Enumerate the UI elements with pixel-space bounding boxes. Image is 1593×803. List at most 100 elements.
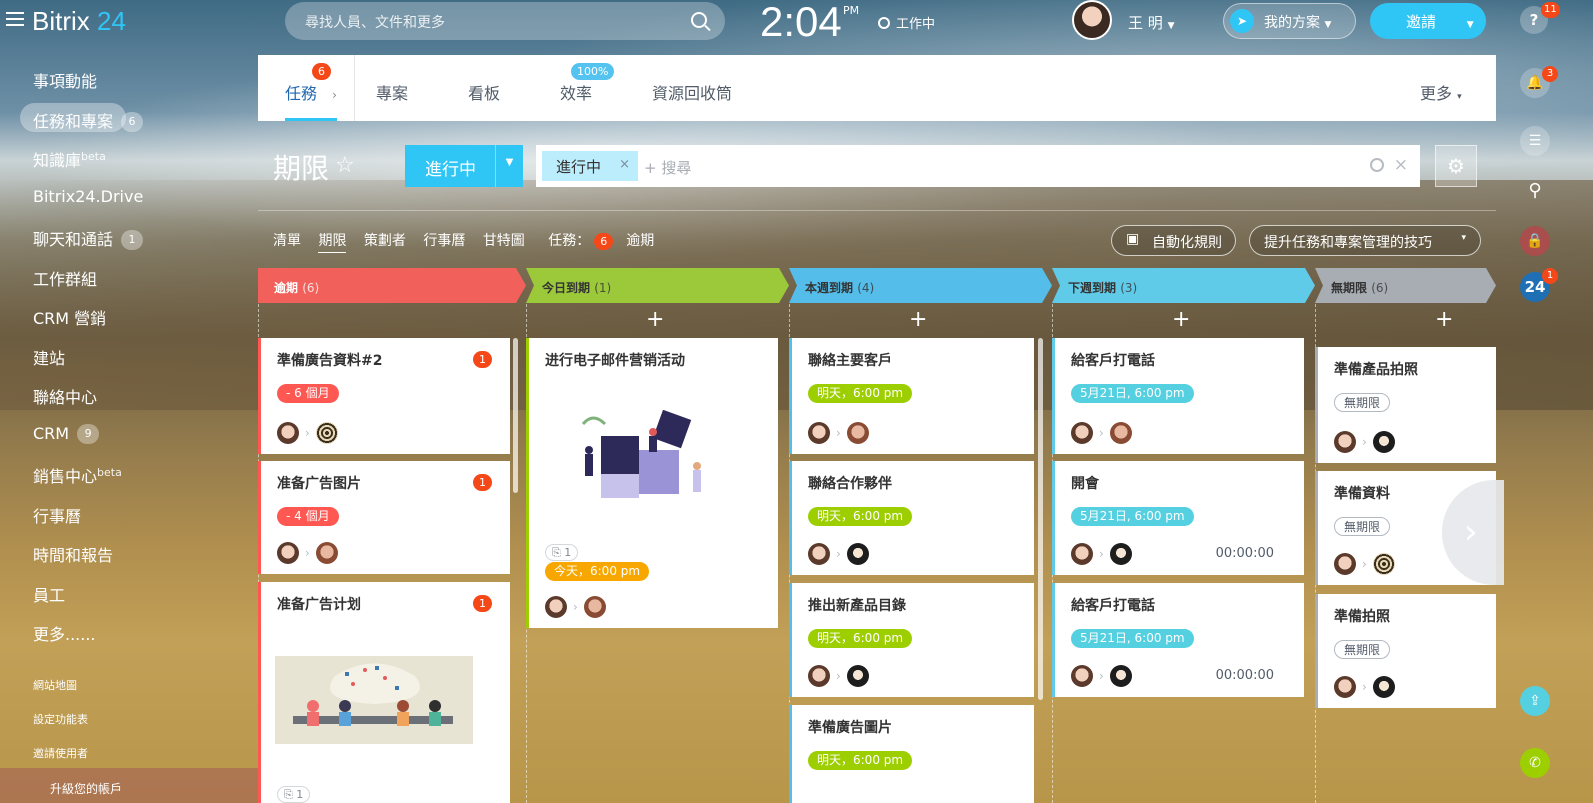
avatar[interactable] <box>315 542 338 564</box>
task-card[interactable]: 准备广告计划 1 ⎘ 1 <box>258 582 510 803</box>
settings-link[interactable]: 設定功能表 <box>33 711 88 727</box>
menu-item-crm[interactable]: CRM 9 <box>0 414 258 454</box>
view-list[interactable]: 清單 <box>273 233 301 249</box>
filter-search[interactable]: 進行中 × + 搜尋 × <box>536 145 1420 187</box>
phone-transfer-icon[interactable]: ⇪ <box>1520 686 1550 716</box>
tab-more[interactable]: 更多 ▾ <box>1420 55 1462 121</box>
task-card[interactable]: 聯絡合作夥伴 明天，6:00 pm › <box>789 461 1034 575</box>
menu-item-employees[interactable]: 員工 <box>0 572 258 612</box>
avatar[interactable] <box>808 543 830 565</box>
deadline-badge[interactable]: 無期限 <box>1334 393 1391 412</box>
upgrade-button[interactable]: 升級您的帳戶 <box>0 768 258 803</box>
add-task-next-week[interactable]: + <box>1172 307 1190 332</box>
task-card[interactable]: 聯絡主要客戶 明天，6:00 pm › <box>789 338 1034 454</box>
menu-item-sites[interactable]: 建站 <box>0 335 258 375</box>
avatar[interactable] <box>1071 543 1093 565</box>
menu-item-contact-center[interactable]: 聯絡中心 <box>0 374 258 414</box>
global-search-input[interactable]: 尋找人員、文件和更多 <box>285 2 725 40</box>
automation-rules-button[interactable]: ▣ 自動化規則 <box>1111 225 1236 256</box>
avatar[interactable] <box>846 422 869 444</box>
deadline-badge[interactable]: 5月21日, 6:00 pm <box>1071 629 1194 648</box>
avatar[interactable] <box>1071 665 1093 687</box>
deadline-badge[interactable]: 5月21日, 6:00 pm <box>1071 384 1194 403</box>
avatar[interactable] <box>1071 422 1093 444</box>
logo[interactable]: Bitrix 24 <box>32 6 126 37</box>
deadline-badge[interactable]: 今天，6:00 pm <box>545 562 650 581</box>
add-task-week[interactable]: + <box>909 307 927 332</box>
filter-chip[interactable]: 進行中 × <box>542 151 638 181</box>
avatar[interactable] <box>277 542 299 564</box>
task-card[interactable]: 准备广告图片 1 - 4 個月 › <box>258 461 510 574</box>
filter-clear-icon[interactable]: × <box>1394 155 1408 175</box>
sitemap-link[interactable]: 網站地圖 <box>33 677 77 693</box>
rail-search-icon[interactable]: ⚲ <box>1520 176 1550 206</box>
task-card[interactable]: 进行电子邮件营销活动 ⎘ 1 今天，6:00 pm › <box>526 338 778 628</box>
tab-tasks[interactable]: 任務 › <box>285 55 337 121</box>
status-filter-button[interactable]: 進行中 ▼ <box>405 145 523 187</box>
view-deadline[interactable]: 期限 <box>318 233 347 253</box>
column-no-deadline[interactable]: 無期限 (6) <box>1315 268 1496 303</box>
deadline-badge[interactable]: 明天，6:00 pm <box>808 629 913 648</box>
view-planner[interactable]: 策劃者 <box>364 233 406 249</box>
avatar[interactable] <box>1372 676 1395 698</box>
menu-item-workgroups[interactable]: 工作群組 <box>0 256 258 296</box>
menu-item-time-reports[interactable]: 時間和報告 <box>0 532 258 572</box>
task-card[interactable]: 準備拍照 無期限 › <box>1315 594 1496 708</box>
column-this-week[interactable]: 本週到期 (4) <box>789 268 1052 303</box>
menu-item-calendar[interactable]: 行事曆 <box>0 493 258 533</box>
avatar[interactable] <box>1334 553 1356 575</box>
menu-burger-icon[interactable] <box>6 12 24 26</box>
add-task-no-deadline[interactable]: + <box>1435 307 1453 332</box>
lock-icon[interactable]: 🔒 <box>1520 226 1550 256</box>
avatar[interactable] <box>846 543 869 565</box>
task-card[interactable]: 推出新產品目錄 明天，6:00 pm › <box>789 583 1034 697</box>
call-icon[interactable]: ✆ <box>1520 748 1550 778</box>
menu-item-more[interactable]: 更多...... <box>0 611 258 651</box>
overdue-filter[interactable]: 逾期 <box>626 233 654 249</box>
column-next-week[interactable]: 下週到期 (3) <box>1052 268 1315 303</box>
avatar[interactable] <box>808 665 830 687</box>
avatar[interactable] <box>1334 431 1356 453</box>
avatar[interactable] <box>545 596 567 618</box>
tab-projects[interactable]: 專案 <box>376 55 408 121</box>
deadline-badge[interactable]: 明天，6:00 pm <box>808 384 913 403</box>
menu-item-sales-center[interactable]: 銷售中心beta <box>0 453 258 493</box>
search-icon[interactable] <box>691 12 707 28</box>
work-status[interactable]: 工作中 <box>878 13 935 32</box>
tab-kanban[interactable]: 看板 <box>468 55 500 121</box>
avatar[interactable] <box>846 665 869 687</box>
avatar[interactable] <box>1109 543 1132 565</box>
attachment-count[interactable]: ⎘ 1 <box>277 786 311 803</box>
avatar[interactable] <box>1109 665 1132 687</box>
invite-button[interactable]: 邀請 ▼ <box>1370 3 1486 39</box>
gear-icon[interactable]: ⚙ <box>1435 145 1477 187</box>
user-avatar[interactable] <box>1072 0 1112 40</box>
avatar[interactable] <box>1334 676 1356 698</box>
task-card[interactable]: 準備產品拍照 無期限 › <box>1315 347 1496 463</box>
column-scrollbar[interactable] <box>513 338 518 493</box>
deadline-badge[interactable]: - 6 個月 <box>277 384 339 403</box>
deadline-badge[interactable]: 5月21日, 6:00 pm <box>1071 507 1194 526</box>
task-card[interactable]: 準備廣告資料#2 1 - 6 個月 › <box>258 338 510 454</box>
tips-button[interactable]: 提升任務和專案管理的技巧 ▾ <box>1249 225 1481 256</box>
column-overdue[interactable]: 逾期 (6) <box>258 268 526 303</box>
deadline-badge[interactable]: - 4 個月 <box>277 507 339 526</box>
invite-users-link[interactable]: 邀請使用者 <box>33 745 88 761</box>
chevron-down-icon[interactable]: ▼ <box>495 145 523 187</box>
task-card[interactable]: 給客戶打電話 5月21日, 6:00 pm › <box>1052 338 1304 454</box>
add-task-today[interactable]: + <box>646 307 664 332</box>
task-card[interactable]: 給客戶打電話 5月21日, 6:00 pm › 00:00:00 <box>1052 583 1304 697</box>
column-today[interactable]: 今日到期 (1) <box>526 268 789 303</box>
avatar[interactable] <box>315 422 338 444</box>
chip-close-icon[interactable]: × <box>619 157 630 172</box>
menu-item-chat[interactable]: 聊天和通話 1 <box>0 216 258 256</box>
avatar[interactable] <box>1372 553 1395 575</box>
menu-item-knowledge[interactable]: 知識庫beta <box>0 137 258 177</box>
avatar[interactable] <box>277 422 299 444</box>
user-menu[interactable]: 王 明 ▼ <box>1128 12 1174 33</box>
deadline-badge[interactable]: 無期限 <box>1334 517 1391 536</box>
task-card[interactable]: 準備廣告圖片 明天，6:00 pm <box>789 705 1034 803</box>
time-tracker[interactable]: 00:00:00 <box>1216 546 1274 561</box>
task-card[interactable]: 開會 5月21日, 6:00 pm › 00:00:00 <box>1052 461 1304 575</box>
column-scrollbar[interactable] <box>1038 338 1043 700</box>
